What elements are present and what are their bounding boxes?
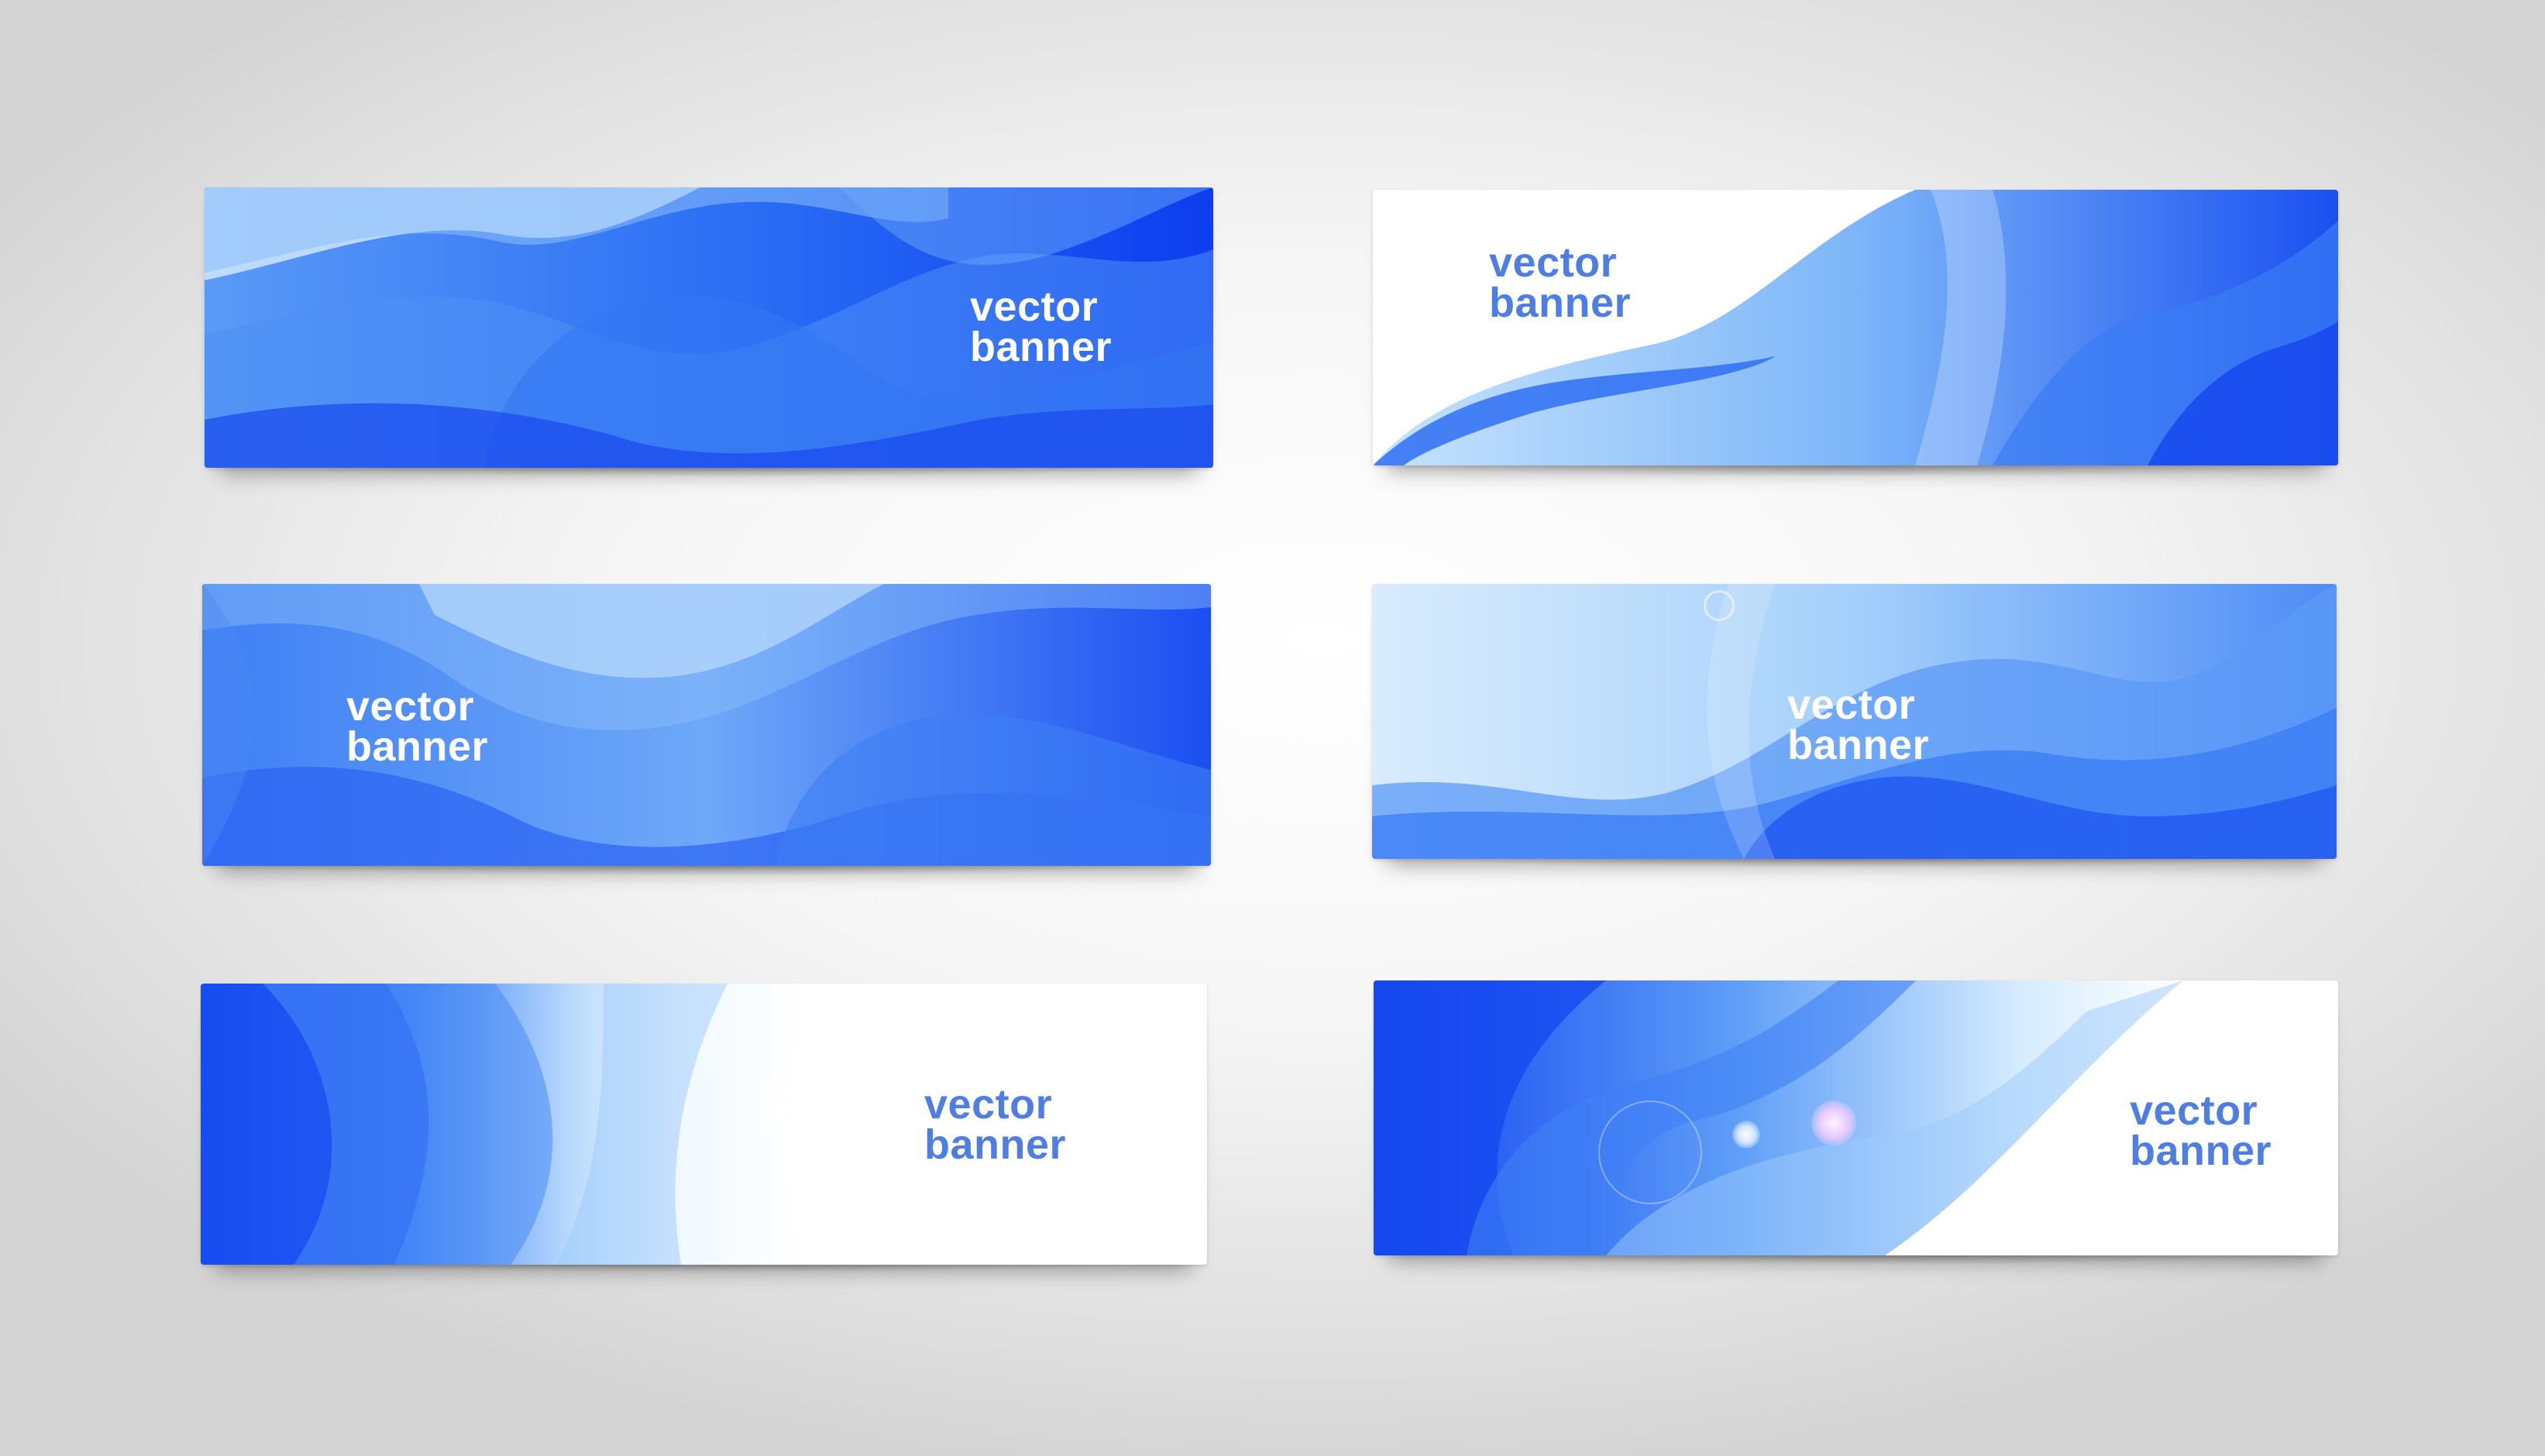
banner-title: vector banner [1489,239,1632,326]
banner-1: vector banner [205,187,1213,468]
banner-title: vector banner [924,1081,1067,1168]
banner-title: vector banner [2130,1087,2272,1174]
canvas: { "banners": [ { "line1": "vector", "lin… [0,0,2545,1456]
banner-5: vector banner [201,984,1207,1265]
banner-4: vector banner [1372,584,2337,859]
banner-title: vector banner [1787,682,1930,768]
banner-3: vector banner [202,584,1211,866]
title-line-2: banner [2130,1128,2272,1174]
lens-flare [1811,1101,1856,1145]
lens-flare [1732,1121,1760,1149]
title-line-1: vector [924,1081,1053,1128]
title-line-2: banner [1489,280,1632,326]
title-line-2: banner [346,723,489,770]
banner-2: vector banner [1373,190,2338,465]
title-line-2: banner [1787,722,1930,768]
title-line-1: vector [970,283,1099,330]
title-line-1: vector [1787,682,1916,728]
lens-flare [1704,590,1735,621]
title-line-1: vector [1489,239,1618,286]
title-line-1: vector [346,683,475,730]
lens-flare [1598,1101,1702,1204]
lens-flare [743,1061,836,1154]
wave-background [1373,190,2338,465]
title-line-2: banner [970,324,1113,370]
title-line-2: banner [924,1121,1067,1168]
title-line-1: vector [2130,1087,2258,1134]
banner-6: vector banner [1374,980,2338,1255]
banner-title: vector banner [970,283,1113,370]
banner-title: vector banner [346,683,489,770]
